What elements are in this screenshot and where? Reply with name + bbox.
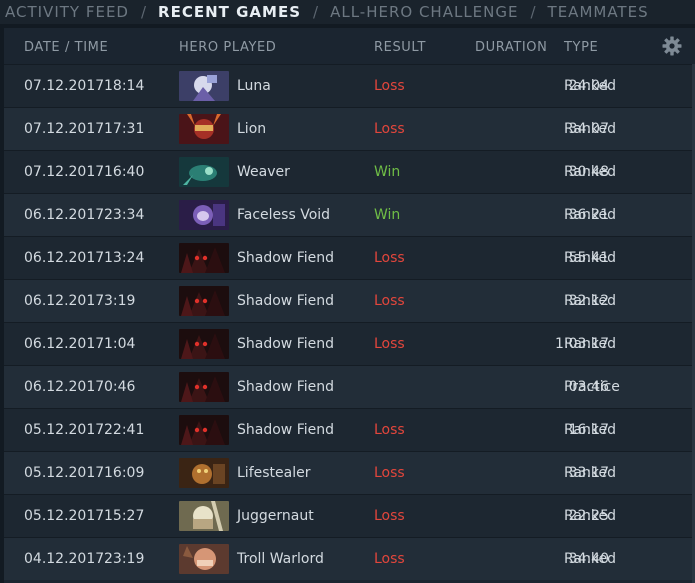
match-type: Practice [564, 379, 620, 395]
match-result: Loss [374, 508, 405, 524]
match-time: 3:19 [104, 293, 136, 309]
match-time: 23:34 [104, 207, 145, 223]
match-row[interactable]: 07.12.2017 16:40 Weaver Win 30:48 Ranked [4, 150, 695, 193]
match-result: Loss [374, 422, 405, 438]
match-time: 13:24 [104, 250, 145, 266]
match-time: 16:09 [104, 465, 145, 481]
match-row[interactable]: 07.12.2017 18:14 Luna Loss 24:04 Ranked [4, 64, 695, 107]
hero-portrait-weaver[interactable] [179, 157, 229, 187]
hero-name: Shadow Fiend [237, 250, 334, 266]
match-date: 07.12.2017 [24, 121, 105, 137]
hero-portrait-lion[interactable] [179, 114, 229, 144]
match-type: Ranked [564, 250, 616, 266]
match-time: 0:46 [104, 379, 136, 395]
match-time: 17:31 [104, 121, 145, 137]
match-result: Loss [374, 465, 405, 481]
hero-portrait-shadow-fiend[interactable] [179, 329, 229, 359]
tab-recent-games[interactable]: RECENT GAMES [158, 3, 301, 21]
match-date: 05.12.2017 [24, 422, 105, 438]
hero-name: Weaver [237, 164, 290, 180]
match-result: Loss [374, 121, 405, 137]
match-row[interactable]: 06.12.2017 1:04 Shadow Fiend Loss 1:03:17 Ran… [4, 322, 695, 365]
hero-name: Shadow Fiend [237, 422, 334, 438]
match-date: 07.12.2017 [24, 164, 105, 180]
hero-portrait-lifestealer[interactable] [179, 458, 229, 488]
match-type: Ranked [564, 78, 616, 94]
match-type: Ranked [564, 207, 616, 223]
match-date: 07.12.2017 [24, 78, 105, 94]
match-result: Loss [374, 551, 405, 567]
match-result: Win [374, 164, 401, 180]
match-result: Win [374, 207, 401, 223]
match-type: Ranked [564, 336, 616, 352]
recent-games-panel: DATE / TIME HERO PLAYED RESULT DURATION … [4, 28, 695, 583]
hero-portrait-shadow-fiend[interactable] [179, 286, 229, 316]
tab-teammates[interactable]: TEAMMATES [548, 3, 649, 21]
match-type: Ranked [564, 551, 616, 567]
match-result: Loss [374, 336, 405, 352]
hero-portrait-troll-warlord[interactable] [179, 544, 229, 574]
hero-portrait-shadow-fiend[interactable] [179, 372, 229, 402]
match-time: 22:41 [104, 422, 145, 438]
tab-separator: / [530, 3, 536, 21]
match-time: 16:40 [104, 164, 145, 180]
hero-name: Troll Warlord [237, 551, 324, 567]
match-result: Loss [374, 78, 405, 94]
match-date: 04.12.2017 [24, 551, 105, 567]
match-time: 23:19 [104, 551, 145, 567]
match-type: Ranked [564, 465, 616, 481]
tab-all-hero-challenge[interactable]: ALL-HERO CHALLENGE [330, 3, 518, 21]
table-header: DATE / TIME HERO PLAYED RESULT DURATION … [4, 28, 695, 64]
match-time: 1:04 [104, 336, 136, 352]
hero-name: Shadow Fiend [237, 293, 334, 309]
column-header-duration[interactable]: DURATION [475, 40, 547, 55]
match-time: 15:27 [104, 508, 145, 524]
match-result: Loss [374, 250, 405, 266]
column-header-hero[interactable]: HERO PLAYED [179, 40, 276, 55]
match-row[interactable]: 05.12.2017 22:41 Shadow Fiend Loss 16:17 Rank… [4, 408, 695, 451]
match-date: 05.12.2017 [24, 465, 105, 481]
tab-separator: / [140, 3, 147, 21]
hero-name: Faceless Void [237, 207, 331, 223]
match-date: 06.12.2017 [24, 207, 105, 223]
gear-icon[interactable] [662, 36, 682, 56]
column-header-result[interactable]: RESULT [374, 40, 426, 55]
match-date: 06.12.2017 [24, 336, 105, 352]
match-result: Loss [374, 293, 405, 309]
hero-portrait-faceless-void[interactable] [179, 200, 229, 230]
hero-name: Shadow Fiend [237, 379, 334, 395]
tab-bar: ACTIVITY FEED / RECENT GAMES / ALL-HERO … [0, 0, 695, 24]
hero-portrait-juggernaut[interactable] [179, 501, 229, 531]
match-type: Ranked [564, 422, 616, 438]
hero-name: Lifestealer [237, 465, 311, 481]
match-type: Ranked [564, 121, 616, 137]
hero-portrait-luna[interactable] [179, 71, 229, 101]
match-date: 06.12.2017 [24, 293, 105, 309]
match-type: Ranked [564, 293, 616, 309]
match-row[interactable]: 05.12.2017 16:09 Lifestealer Loss 33:17 Ranke… [4, 451, 695, 494]
match-row[interactable]: 04.12.2017 23:19 Troll Warlord Loss 34:40 Ran… [4, 537, 695, 580]
column-header-type[interactable]: TYPE [564, 40, 598, 55]
tab-separator: / [313, 3, 319, 21]
match-row[interactable]: 06.12.2017 3:19 Shadow Fiend Loss 32:12 Ranke… [4, 279, 695, 322]
hero-portrait-shadow-fiend[interactable] [179, 415, 229, 445]
match-row[interactable]: 05.12.2017 15:27 Juggernaut Loss 22:25 Ranked [4, 494, 695, 537]
match-row[interactable]: 06.12.2017 0:46 Shadow Fiend 03:46 Practice [4, 365, 695, 408]
match-time: 18:14 [104, 78, 145, 94]
match-date: 06.12.2017 [24, 250, 105, 266]
match-type: Ranked [564, 164, 616, 180]
match-date: 05.12.2017 [24, 508, 105, 524]
match-date: 06.12.2017 [24, 379, 105, 395]
match-row[interactable]: 07.12.2017 17:31 Lion Loss 34:07 Ranked [4, 107, 695, 150]
hero-name: Luna [237, 78, 271, 94]
match-type: Ranked [564, 508, 616, 524]
match-row[interactable]: 06.12.2017 13:24 Shadow Fiend Loss 55:41 Rank… [4, 236, 695, 279]
hero-name: Lion [237, 121, 267, 137]
match-row[interactable]: 06.12.2017 23:34 Faceless Void Win 36:21 Rank… [4, 193, 695, 236]
hero-name: Shadow Fiend [237, 336, 334, 352]
tab-activity-feed[interactable]: ACTIVITY FEED [5, 3, 129, 21]
hero-portrait-shadow-fiend[interactable] [179, 243, 229, 273]
column-header-date-time[interactable]: DATE / TIME [24, 40, 108, 55]
hero-name: Juggernaut [237, 508, 314, 524]
